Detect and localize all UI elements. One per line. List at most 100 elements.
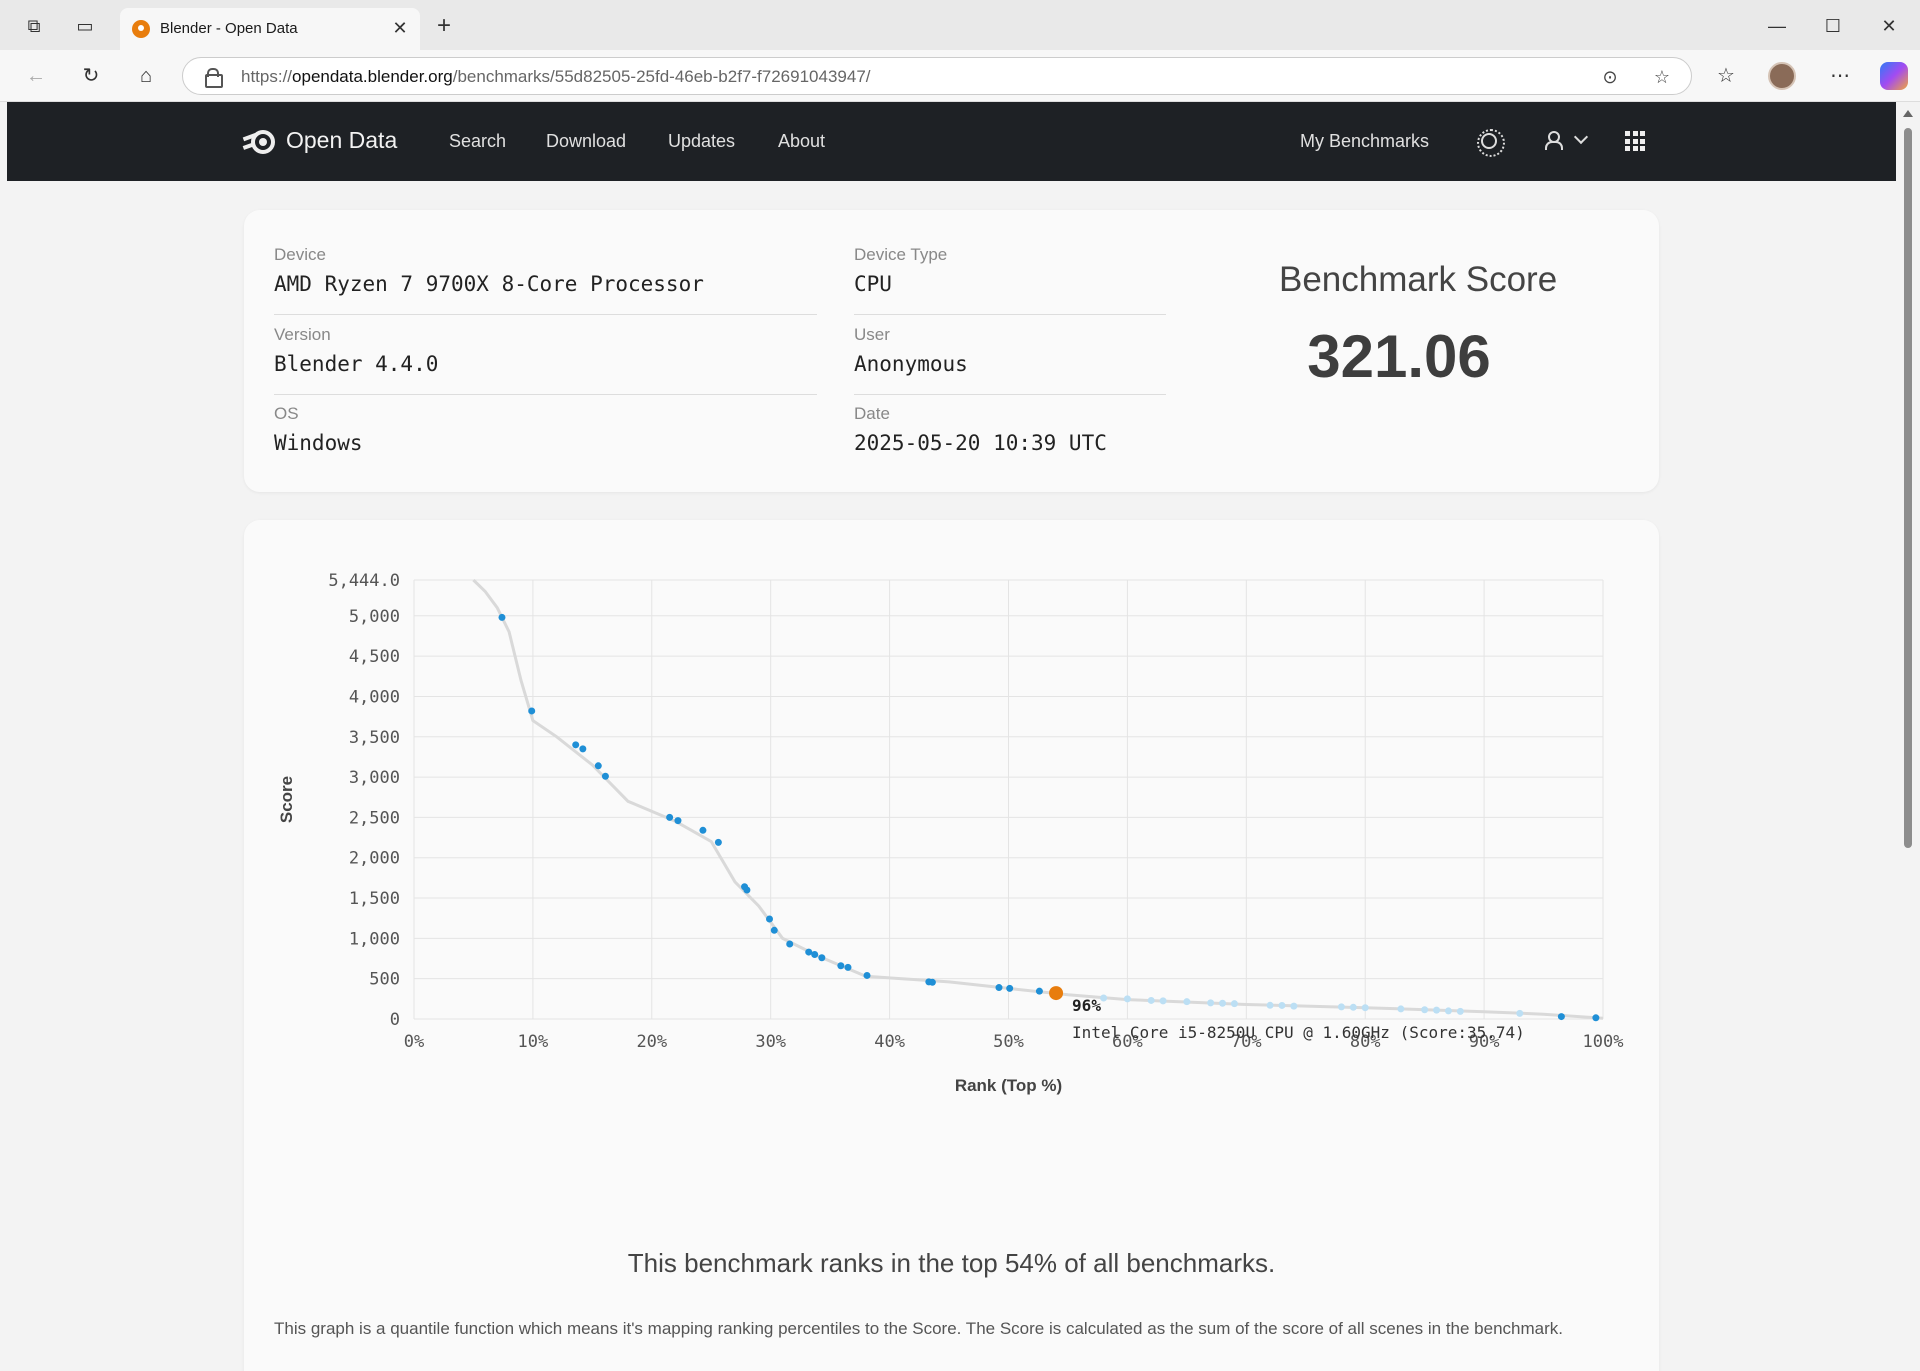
- favorites-icon[interactable]: ☆: [1712, 62, 1740, 90]
- more-info-icon[interactable]: ⊙: [1599, 66, 1621, 88]
- faded-data-point: [1266, 1001, 1274, 1009]
- url-text[interactable]: https://opendata.blender.org/benchmarks/…: [241, 67, 871, 87]
- favorite-star-icon[interactable]: ☆: [1651, 66, 1673, 88]
- faded-data-point: [1516, 1009, 1524, 1017]
- nav-download-link[interactable]: Download: [546, 131, 626, 152]
- tab-actions-icon[interactable]: ▭: [72, 13, 98, 39]
- maximize-icon[interactable]: ☐: [1821, 14, 1845, 38]
- refresh-icon[interactable]: ↻: [77, 62, 105, 90]
- data-point: [579, 745, 587, 753]
- brand-name[interactable]: Open Data: [286, 127, 397, 154]
- tooltip-percent: 96%: [1072, 996, 1101, 1015]
- browser-tab[interactable]: Blender - Open Data ✕: [120, 8, 420, 50]
- benchmark-info-card: Device AMD Ryzen 7 9700X 8-Core Processo…: [244, 210, 1659, 492]
- data-point: [674, 817, 682, 825]
- address-toolbar: ← ↻ ⌂ https://opendata.blender.org/bench…: [0, 50, 1920, 102]
- y-tick-label: 1,500: [349, 889, 400, 909]
- data-point: [743, 886, 751, 894]
- data-point: [811, 950, 819, 958]
- more-options-icon[interactable]: ⋯: [1826, 62, 1854, 90]
- device-type-value: CPU: [854, 272, 892, 296]
- data-point: [714, 838, 722, 846]
- workspaces-icon[interactable]: ⧉: [21, 13, 47, 39]
- faded-data-point: [1183, 998, 1191, 1006]
- nav-search-link[interactable]: Search: [449, 131, 506, 152]
- faded-data-point: [1361, 1004, 1369, 1012]
- faded-data-point: [1207, 999, 1215, 1007]
- divider: [274, 314, 817, 315]
- copilot-icon[interactable]: [1880, 62, 1908, 90]
- address-bar[interactable]: https://opendata.blender.org/benchmarks/…: [182, 57, 1692, 95]
- data-point: [699, 826, 707, 834]
- faded-data-point: [1123, 995, 1131, 1003]
- benchmark-score-title: Benchmark Score: [1279, 260, 1558, 299]
- faded-data-point: [1290, 1002, 1298, 1010]
- quantile-curve-line: [472, 578, 1604, 1020]
- user-label: User: [854, 325, 890, 344]
- data-point: [928, 978, 936, 986]
- date-label: Date: [854, 404, 890, 423]
- data-point: [498, 613, 506, 621]
- theme-toggle-sun-icon[interactable]: [1477, 129, 1505, 157]
- faded-data-point: [1349, 1003, 1357, 1011]
- my-benchmarks-link[interactable]: My Benchmarks: [1300, 131, 1429, 152]
- quantile-chart[interactable]: 0 500 1,000 1,500 2,000 2,500 3,000 3,500 4,000 4…: [244, 520, 1659, 1240]
- faded-data-point: [1444, 1007, 1452, 1015]
- quantile-chart-card: 0 500 1,000 1,500 2,000 2,500 3,000 3,500 4,000 4…: [244, 520, 1659, 1371]
- home-icon[interactable]: ⌂: [132, 62, 160, 90]
- y-tick-label: 0: [390, 1010, 400, 1030]
- y-tick-label: 3,000: [349, 768, 400, 788]
- x-tick-label: 0%: [404, 1032, 424, 1052]
- tab-title: Blender - Open Data: [160, 20, 298, 37]
- lock-icon[interactable]: [205, 68, 223, 88]
- scrollbar-thumb[interactable]: [1904, 128, 1912, 848]
- data-point: [528, 707, 536, 715]
- x-tick-label: 40%: [874, 1032, 905, 1052]
- os-label: OS: [274, 404, 299, 423]
- close-window-icon[interactable]: ✕: [1877, 14, 1901, 38]
- blender-favicon-icon: [132, 20, 150, 38]
- device-label: Device: [274, 245, 326, 264]
- browser-tab-bar: ⧉ ▭ Blender - Open Data ✕ + — ☐ ✕: [0, 0, 1920, 50]
- chevron-down-icon[interactable]: [1573, 129, 1589, 145]
- divider: [854, 314, 1166, 315]
- y-tick-label: 2,000: [349, 849, 400, 869]
- faded-data-point: [1456, 1007, 1464, 1015]
- profile-avatar[interactable]: [1768, 62, 1796, 90]
- version-label: Version: [274, 325, 331, 344]
- x-axis-label: Rank (Top %): [955, 1076, 1062, 1095]
- blender-logo-icon[interactable]: [242, 126, 279, 158]
- scroll-up-icon[interactable]: [1903, 110, 1913, 117]
- back-icon[interactable]: ←: [22, 62, 50, 90]
- data-point: [666, 813, 674, 821]
- data-point: [1006, 984, 1014, 992]
- y-tick-label: 5,000: [349, 607, 400, 627]
- minimize-icon[interactable]: —: [1765, 14, 1789, 38]
- os-value: Windows: [274, 431, 363, 455]
- data-point: [1592, 1014, 1600, 1022]
- faded-data-point: [1230, 1000, 1238, 1008]
- data-point: [995, 984, 1003, 992]
- nav-updates-link[interactable]: Updates: [668, 131, 735, 152]
- device-type-label: Device Type: [854, 245, 948, 264]
- page-viewport: Open Data Search Download Updates About …: [7, 102, 1896, 1371]
- page-scrollbar[interactable]: [1896, 102, 1920, 1371]
- y-tick-label: 1,000: [349, 929, 400, 949]
- new-tab-button[interactable]: +: [432, 14, 456, 39]
- user-icon[interactable]: [1544, 131, 1563, 150]
- y-tick-label: 4,000: [349, 687, 400, 707]
- apps-grid-icon[interactable]: [1625, 131, 1645, 151]
- divider: [274, 394, 817, 395]
- y-tick-label: 3,500: [349, 728, 400, 748]
- device-value: AMD Ryzen 7 9700X 8-Core Processor: [274, 272, 704, 296]
- data-point: [601, 772, 609, 780]
- x-tick-label: 30%: [755, 1032, 786, 1052]
- nav-about-link[interactable]: About: [778, 131, 825, 152]
- date-value: 2025-05-20 10:39 UTC: [854, 431, 1107, 455]
- faded-data-point: [1147, 996, 1155, 1004]
- faded-data-point: [1337, 1003, 1345, 1011]
- data-point: [786, 940, 794, 948]
- data-point: [837, 962, 845, 970]
- divider: [854, 394, 1166, 395]
- close-tab-icon[interactable]: ✕: [388, 16, 412, 40]
